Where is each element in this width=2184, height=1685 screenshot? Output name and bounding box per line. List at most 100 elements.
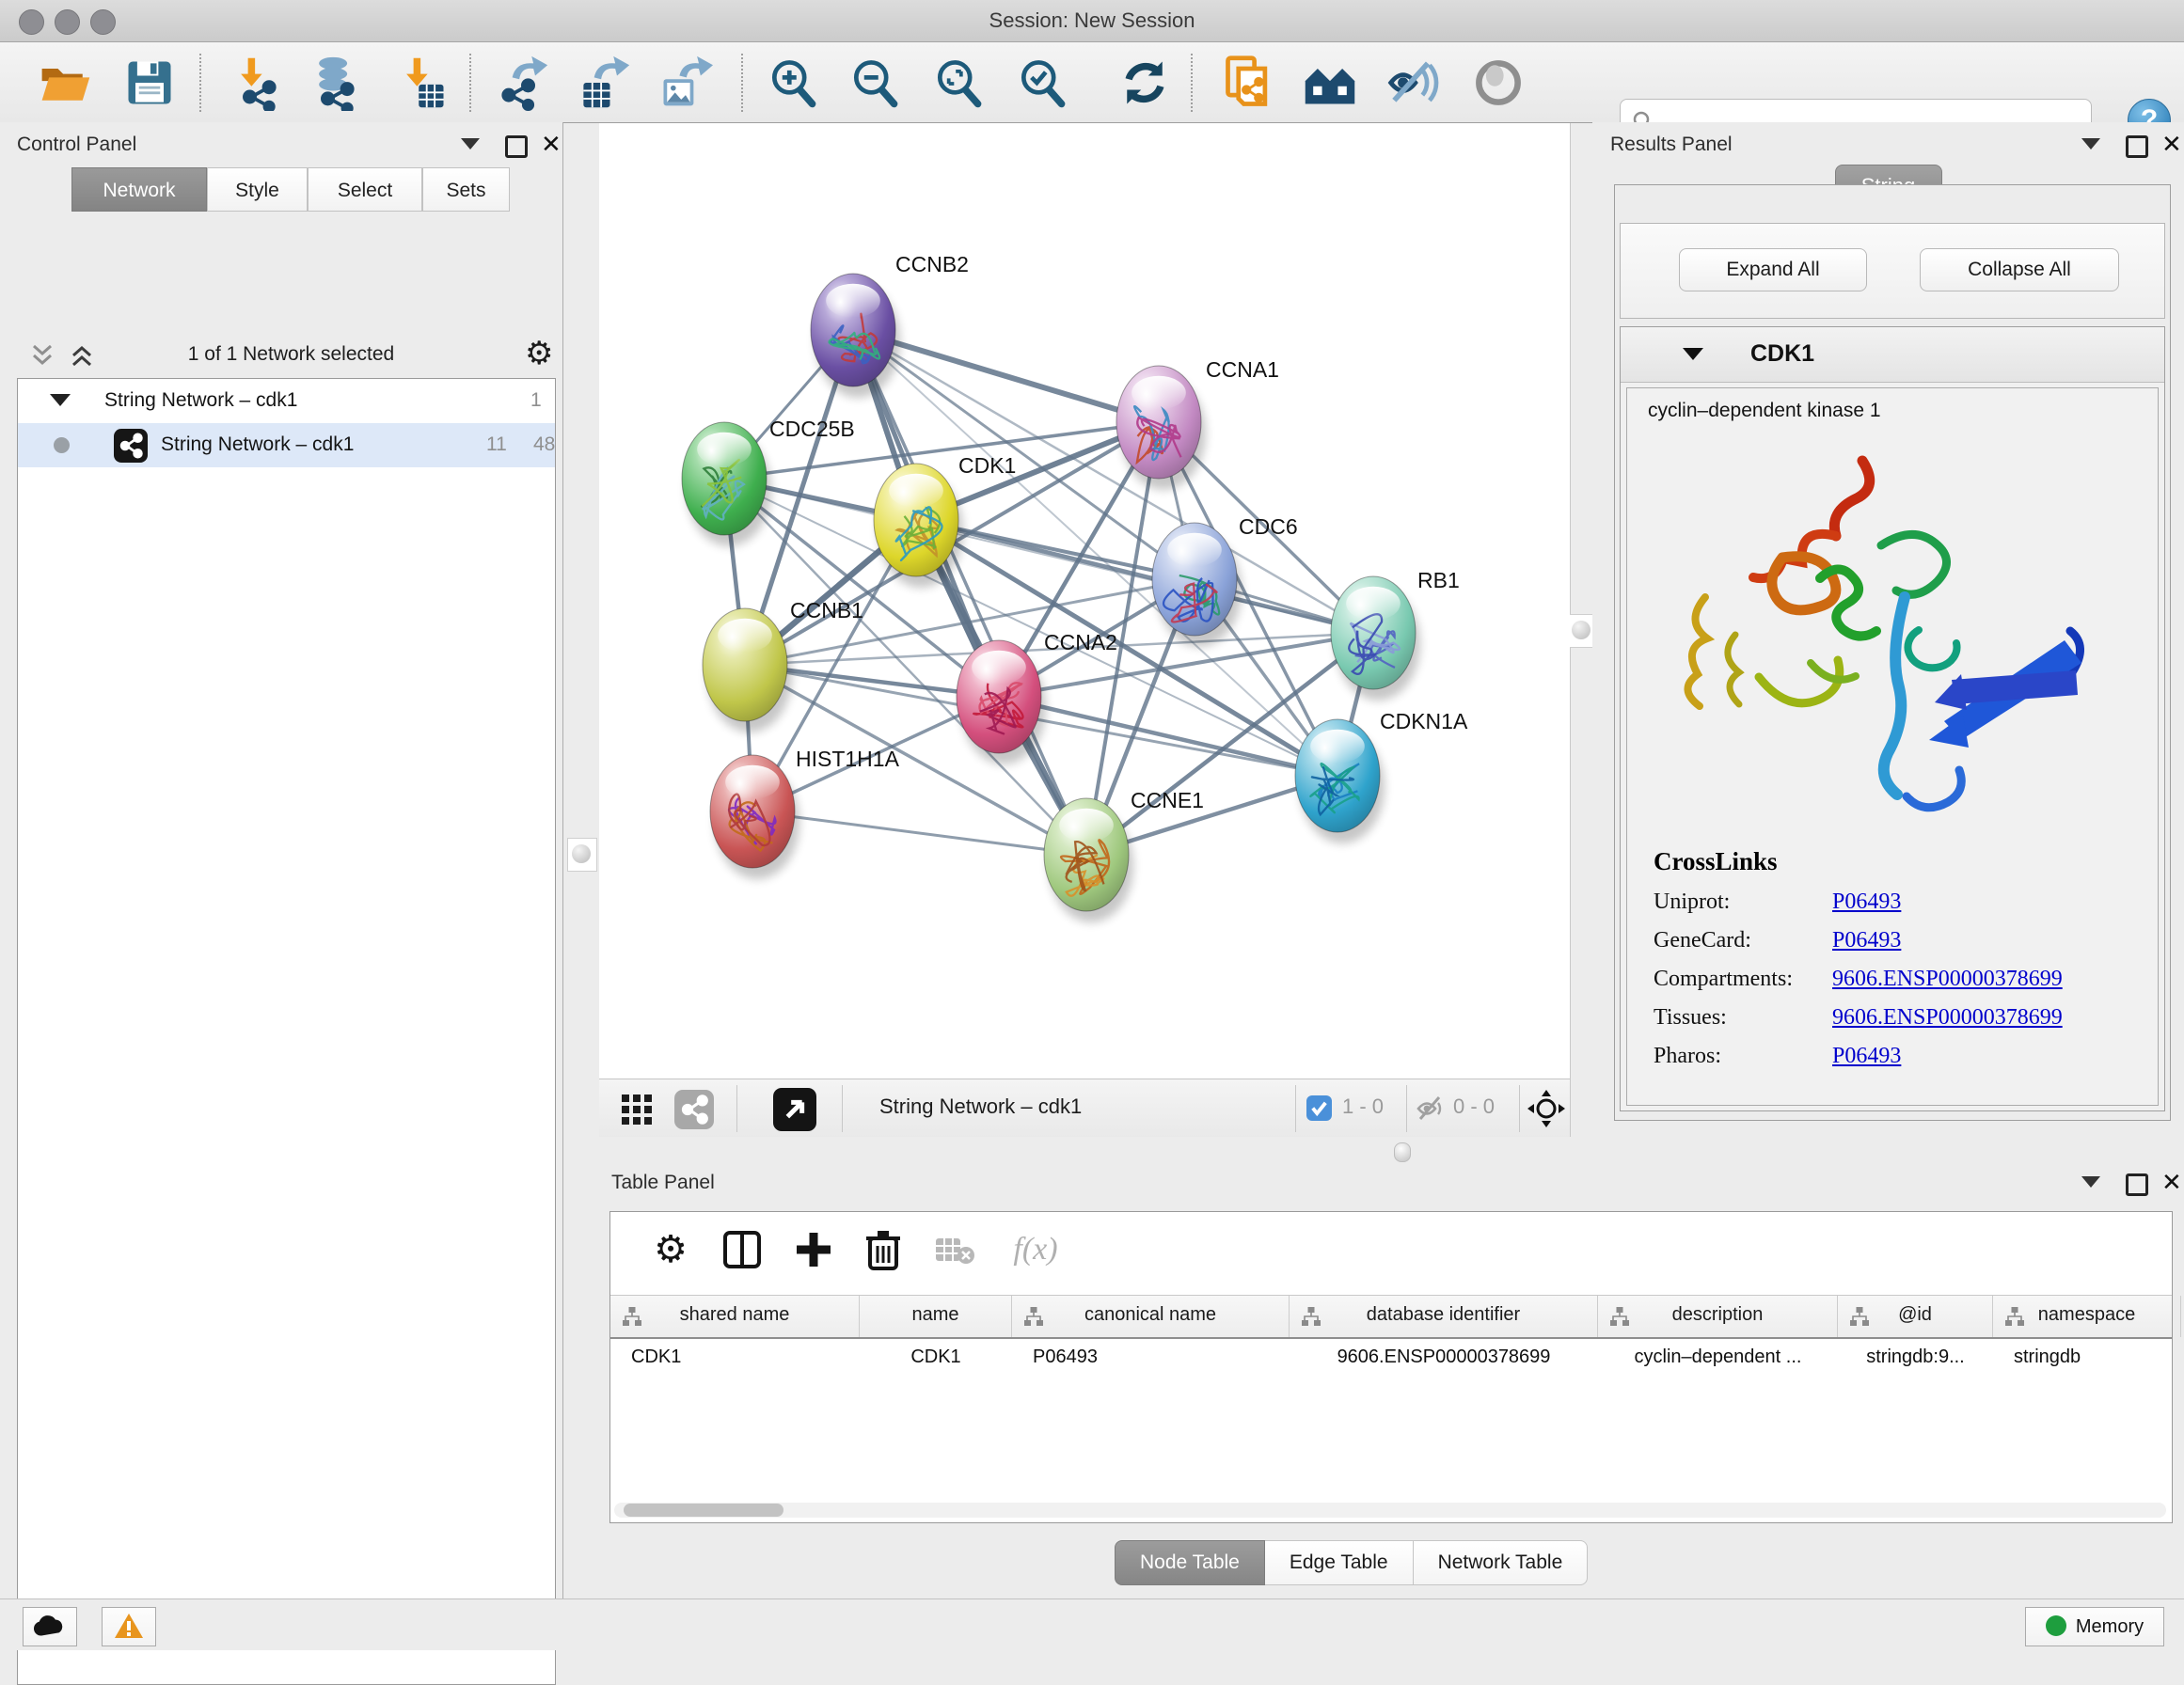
panel-close-icon[interactable]: ✕: [2161, 1172, 2182, 1200]
column-header-namespace[interactable]: namespace: [1993, 1296, 2181, 1337]
network-share-icon[interactable]: [674, 1090, 714, 1129]
add-column-icon[interactable]: [787, 1227, 840, 1272]
tab-select[interactable]: Select: [308, 167, 422, 212]
tab-network[interactable]: Network: [71, 167, 207, 212]
network-collection-row[interactable]: String Network – cdk1 1: [18, 379, 555, 423]
panel-float-icon[interactable]: [505, 135, 528, 164]
panel-menu-icon[interactable]: [2081, 1175, 2100, 1204]
crosslink-value-link[interactable]: P06493: [1832, 890, 1901, 914]
crosslink-value-link[interactable]: 9606.ENSP00000378699: [1832, 1005, 2063, 1030]
import-table-button[interactable]: [393, 55, 451, 111]
node-gloss: [718, 619, 772, 653]
scrollbar-thumb[interactable]: [624, 1504, 783, 1517]
network-canvas[interactable]: CCNB2CCNA1CDC25BCDK1CDC6RB1CCNB1CCNA2CDK…: [599, 123, 1570, 1079]
node-RB1[interactable]: [1331, 576, 1420, 701]
panel-close-icon[interactable]: ✕: [541, 134, 562, 162]
cloud-button[interactable]: [23, 1607, 77, 1646]
gene-description: cyclin–dependent kinase 1: [1648, 400, 1881, 422]
tab-edge-table[interactable]: Edge Table: [1265, 1540, 1414, 1585]
section-collapse-icon[interactable]: [1683, 348, 1703, 360]
tab-sets[interactable]: Sets: [422, 167, 510, 212]
save-session-button[interactable]: [120, 55, 179, 111]
node-HIST1H1A[interactable]: [710, 755, 799, 879]
column-layout-icon[interactable]: [716, 1227, 768, 1272]
clone-network-button[interactable]: [1220, 55, 1278, 111]
delete-column-trash-icon[interactable]: [857, 1227, 910, 1272]
horizontal-splitter-handle[interactable]: [1394, 1142, 1411, 1162]
panel-float-icon[interactable]: [2126, 135, 2148, 164]
tab-node-table[interactable]: Node Table: [1115, 1540, 1265, 1585]
collection-expand-icon[interactable]: [50, 394, 71, 406]
crosslink-value-link[interactable]: P06493: [1832, 1044, 1901, 1068]
node-CCNB1[interactable]: [703, 608, 792, 732]
node-gloss: [889, 474, 943, 508]
network-options-gear-icon[interactable]: ⚙: [525, 336, 553, 371]
column-header--id[interactable]: @id: [1838, 1296, 1993, 1337]
panel-close-icon[interactable]: ✕: [2161, 134, 2182, 162]
crosslink-row: Uniprot:P06493: [1654, 890, 2063, 915]
export-table-button[interactable]: [574, 55, 632, 111]
birdseye-view-icon[interactable]: [773, 1088, 816, 1131]
edge-HIST1H1A-CCNE1[interactable]: [752, 811, 1086, 855]
grid-view-icon[interactable]: [620, 1093, 654, 1126]
column-header-canonical-name[interactable]: canonical name: [1012, 1296, 1290, 1337]
tab-network-table[interactable]: Network Table: [1414, 1540, 1589, 1585]
import-network-button[interactable]: [228, 55, 286, 111]
column-header-description[interactable]: description: [1598, 1296, 1838, 1337]
zoom-fit-button[interactable]: [929, 55, 988, 111]
open-session-button[interactable]: [36, 55, 94, 111]
import-network-database-button[interactable]: [306, 55, 364, 111]
collapse-all-icon[interactable]: [30, 343, 55, 368]
table-panel: Table Panel ✕ ⚙ f(x) shared namenamecano…: [593, 1166, 2184, 1598]
zoom-in-button[interactable]: [764, 55, 822, 111]
node-label-RB1: RB1: [1417, 568, 1460, 592]
panel-float-icon[interactable]: [2126, 1173, 2148, 1202]
node-CDKN1A[interactable]: [1295, 719, 1385, 843]
crosslinks-heading: CrossLinks: [1654, 847, 2063, 876]
selected-checkbox-icon[interactable]: [1306, 1095, 1332, 1121]
memory-button[interactable]: Memory: [2025, 1607, 2164, 1646]
fit-content-crosshair-icon[interactable]: [1527, 1089, 1566, 1128]
function-builder-icon[interactable]: f(x): [998, 1227, 1073, 1272]
control-panel-title: Control Panel: [17, 134, 136, 156]
edge-CDK1-RB1[interactable]: [916, 520, 1373, 633]
results-panel: Results Panel ✕ String Expand All Collap…: [1592, 122, 2184, 1166]
refresh-button[interactable]: [1116, 55, 1174, 111]
column-header-database-identifier[interactable]: database identifier: [1290, 1296, 1598, 1337]
warning-icon: [113, 1612, 145, 1640]
node-gloss: [1167, 533, 1222, 567]
crosslink-value-link[interactable]: P06493: [1832, 928, 1901, 953]
home-button[interactable]: [1301, 55, 1359, 111]
table-settings-gear-icon[interactable]: ⚙: [644, 1227, 697, 1272]
zoom-selected-button[interactable]: [1013, 55, 1071, 111]
edge-CCNB2-CCNE1[interactable]: [853, 330, 1086, 855]
column-header-shared-name[interactable]: shared name: [610, 1296, 860, 1337]
delete-table-icon[interactable]: [928, 1227, 981, 1272]
hide-selected-button[interactable]: [1385, 55, 1443, 111]
level-of-detail-button[interactable]: [1469, 55, 1527, 111]
zoom-out-button[interactable]: [846, 55, 904, 111]
right-splitter[interactable]: [1570, 123, 1593, 1167]
expand-all-button[interactable]: Expand All: [1679, 248, 1867, 291]
tab-style[interactable]: Style: [207, 167, 308, 212]
export-image-button[interactable]: [656, 55, 714, 111]
table-row[interactable]: CDK1CDK1P064939606.ENSP00000378699cyclin…: [610, 1336, 2172, 1378]
column-header-label: canonical name: [1012, 1304, 1289, 1326]
panel-menu-icon[interactable]: [2081, 137, 2100, 165]
left-splitter[interactable]: [563, 123, 599, 1079]
gene-section-header[interactable]: CDK1: [1621, 327, 2164, 383]
column-header-name[interactable]: name: [860, 1296, 1012, 1337]
warning-button[interactable]: [102, 1607, 156, 1646]
collapse-all-button[interactable]: Collapse All: [1920, 248, 2119, 291]
node-gloss: [697, 433, 752, 466]
panel-menu-icon[interactable]: [461, 137, 480, 165]
network-row-selected[interactable]: String Network – cdk1 11 48: [18, 423, 555, 467]
node-CDC6[interactable]: [1152, 523, 1242, 647]
left-splitter-handle[interactable]: [567, 838, 597, 872]
node-CCNB2[interactable]: [811, 274, 900, 398]
export-network-button[interactable]: [492, 55, 550, 111]
crosslink-value-link[interactable]: 9606.ENSP00000378699: [1832, 967, 2063, 991]
node-CCNE1[interactable]: [1044, 798, 1133, 922]
view-toolbar-separator: [1295, 1085, 1296, 1132]
node-CCNA2[interactable]: [957, 640, 1046, 764]
